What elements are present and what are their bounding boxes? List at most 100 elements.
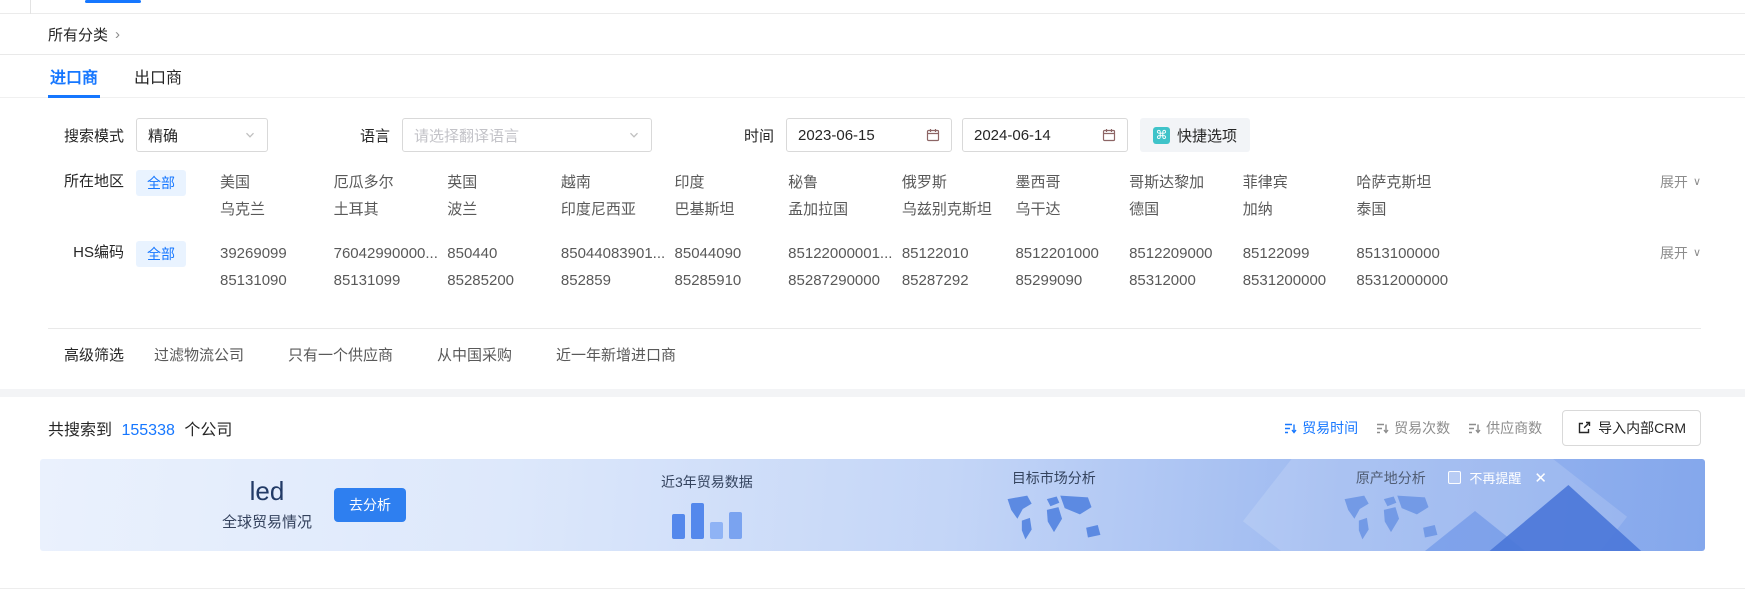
date-input-start[interactable]: 2023-06-15 (786, 118, 952, 152)
hs-row-2: 85131090 85131099 85285200 852859 85285910 85… (220, 267, 1460, 294)
region-option[interactable]: 厄瓜多尔 (334, 169, 438, 196)
region-option[interactable]: 孟加拉国 (788, 196, 892, 223)
hs-code-option[interactable]: 85285910 (675, 267, 779, 294)
hs-code-option[interactable]: 85312000 (1129, 267, 1233, 294)
target-market-title: 目标市场分析 (1012, 468, 1096, 488)
advanced-filter-option[interactable]: 从中国采购 (437, 344, 512, 365)
keyword-text: led (222, 478, 312, 505)
import-crm-button[interactable]: 导入内部CRM (1562, 410, 1701, 446)
page: 所有分类 › 进口商 出口商 搜索模式 精确 语言 请选择翻译语言 时间 202… (0, 0, 1745, 591)
dismiss-control: 不再提醒 ✕ (1448, 468, 1547, 487)
sort-label: 贸易次数 (1394, 418, 1450, 438)
section-gap (0, 389, 1745, 397)
hs-code-label: HS编码 (48, 240, 124, 266)
close-icon[interactable]: ✕ (1534, 469, 1547, 487)
hs-code-option[interactable]: 85044090 (675, 240, 779, 267)
import-crm-label: 导入内部CRM (1598, 418, 1686, 438)
tab-item[interactable]: 进口商 (48, 55, 100, 97)
hs-code-option[interactable]: 85285200 (447, 267, 551, 294)
sort-controls: 贸易时间 贸易次数 供应商数 (1284, 418, 1542, 438)
advanced-filter-row: 高级筛选 过滤物流公司只有一个供应商从中国采购近一年新增进口商 (0, 329, 1745, 389)
quick-options-button[interactable]: ⌘ 快捷选项 (1140, 118, 1250, 152)
results-header: 共搜索到 155338 个公司 贸易时间 贸易次数 (0, 397, 1745, 455)
language-placeholder: 请选择翻译语言 (414, 125, 519, 146)
analyze-button[interactable]: 去分析 (334, 488, 406, 522)
hs-expand-toggle[interactable]: 展开 ∨ (1660, 240, 1701, 266)
region-option[interactable]: 乌干达 (1015, 196, 1119, 223)
region-option[interactable]: 英国 (447, 169, 551, 196)
region-option[interactable]: 哥斯达黎加 (1129, 169, 1233, 196)
hs-code-option[interactable]: 8512209000 (1129, 240, 1233, 267)
search-mode-select[interactable]: 精确 (136, 118, 268, 152)
region-option[interactable]: 土耳其 (334, 196, 438, 223)
hs-code-option[interactable]: 850440 (447, 240, 551, 267)
breadcrumb-label: 所有分类 (48, 24, 108, 45)
hs-code-option[interactable]: 76042990000... (334, 240, 438, 267)
region-option[interactable]: 乌克兰 (220, 196, 324, 223)
count-number[interactable]: 155338 (121, 422, 174, 439)
search-controls-row: 搜索模式 精确 语言 请选择翻译语言 时间 2023-06-15 2024-06… (0, 98, 1745, 152)
advanced-filter-option[interactable]: 只有一个供应商 (288, 344, 393, 365)
chevron-down-icon (628, 129, 640, 141)
hs-code-option[interactable]: 85312000000 (1356, 267, 1460, 294)
region-option[interactable]: 印度 (675, 169, 779, 196)
sort-icon (1284, 422, 1297, 435)
region-option[interactable]: 墨西哥 (1015, 169, 1119, 196)
hs-code-option[interactable]: 8512201000 (1015, 240, 1119, 267)
region-option[interactable]: 加纳 (1243, 196, 1347, 223)
hs-code-option[interactable]: 8513100000 (1356, 240, 1460, 267)
hs-code-option[interactable]: 85287292 (902, 267, 1006, 294)
region-option[interactable]: 泰国 (1356, 196, 1460, 223)
hs-code-option[interactable]: 852859 (561, 267, 665, 294)
region-option[interactable]: 波兰 (447, 196, 551, 223)
region-all-badge[interactable]: 全部 (136, 170, 186, 196)
language-label: 语言 (314, 125, 390, 146)
hs-code-option[interactable]: 8531200000 (1243, 267, 1347, 294)
language-select[interactable]: 请选择翻译语言 (402, 118, 652, 152)
region-option[interactable]: 秘鲁 (788, 169, 892, 196)
hs-code-option[interactable]: 85131099 (334, 267, 438, 294)
region-option[interactable]: 美国 (220, 169, 324, 196)
hs-code-option[interactable]: 39269099 (220, 240, 324, 267)
target-market-section: 目标市场分析 (998, 468, 1110, 542)
hs-code-option[interactable]: 85299090 (1015, 267, 1119, 294)
region-option[interactable]: 菲律宾 (1243, 169, 1347, 196)
expand-label: 展开 (1660, 169, 1688, 195)
chevron-down-icon (244, 129, 256, 141)
tab-label: 进口商 (50, 64, 98, 88)
expand-label: 展开 (1660, 240, 1688, 266)
advanced-filter-option[interactable]: 近一年新增进口商 (556, 344, 676, 365)
sort-label: 贸易时间 (1302, 418, 1358, 438)
world-map-icon (998, 492, 1110, 542)
hs-all-badge[interactable]: 全部 (136, 241, 186, 267)
hs-code-option[interactable]: 85122000001... (788, 240, 892, 267)
advanced-filter-option[interactable]: 过滤物流公司 (154, 344, 244, 365)
count-prefix: 共搜索到 (48, 422, 112, 439)
date-input-end[interactable]: 2024-06-14 (962, 118, 1128, 152)
hs-code-option[interactable]: 85044083901... (561, 240, 665, 267)
hs-code-option[interactable]: 85122010 (902, 240, 1006, 267)
sort-option[interactable]: 贸易时间 (1284, 418, 1358, 438)
trade-analysis-banner[interactable]: led 全球贸易情况 去分析 近3年贸易数据 目标市场分析 原产地分析 (40, 459, 1705, 551)
sort-icon (1468, 422, 1481, 435)
hs-code-option[interactable]: 85122099 (1243, 240, 1347, 267)
region-option[interactable]: 哈萨克斯坦 (1356, 169, 1460, 196)
sort-option[interactable]: 供应商数 (1468, 418, 1542, 438)
region-option[interactable]: 德国 (1129, 196, 1233, 223)
hs-code-option[interactable]: 85131090 (220, 267, 324, 294)
keyword-subtitle: 全球贸易情况 (222, 511, 312, 532)
region-option[interactable]: 越南 (561, 169, 665, 196)
region-option[interactable]: 俄罗斯 (902, 169, 1006, 196)
breadcrumb[interactable]: 所有分类 › (0, 14, 1745, 54)
search-mode-value: 精确 (148, 125, 178, 146)
region-option[interactable]: 巴基斯坦 (675, 196, 779, 223)
sort-option[interactable]: 贸易次数 (1376, 418, 1450, 438)
region-expand-toggle[interactable]: 展开 ∨ (1660, 169, 1701, 195)
region-option[interactable]: 乌兹别克斯坦 (902, 196, 1006, 223)
region-option[interactable]: 印度尼西亚 (561, 196, 665, 223)
hs-code-option[interactable]: 85287290000 (788, 267, 892, 294)
dismiss-checkbox[interactable] (1448, 471, 1461, 484)
chevron-down-icon: ∨ (1693, 169, 1701, 195)
tab-item[interactable]: 出口商 (132, 55, 184, 97)
trade-data-title: 近3年贸易数据 (661, 472, 753, 492)
